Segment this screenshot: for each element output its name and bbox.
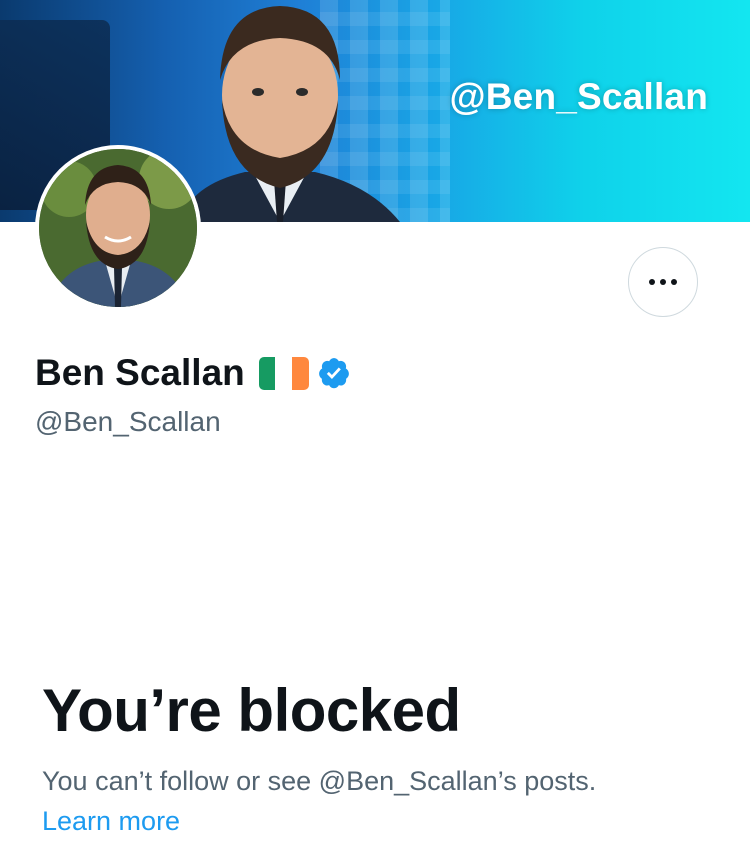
blocked-description: You can’t follow or see @Ben_Scallan’s p…	[42, 766, 597, 796]
avatar-photo	[39, 149, 197, 307]
banner-handle-text: @Ben_Scallan	[449, 76, 708, 117]
more-options-button[interactable]	[628, 247, 698, 317]
more-options-icon	[647, 279, 680, 285]
profile-handle: @Ben_Scallan	[35, 406, 221, 437]
blocked-heading: You’re blocked	[42, 677, 461, 744]
profile-name-row: Ben Scallan	[35, 352, 351, 394]
display-name: Ben Scallan	[35, 352, 245, 393]
profile-avatar[interactable]	[35, 145, 201, 311]
learn-more-link[interactable]: Learn more	[42, 806, 180, 837]
verified-badge-icon	[318, 358, 349, 389]
irish-flag-icon	[258, 356, 309, 390]
